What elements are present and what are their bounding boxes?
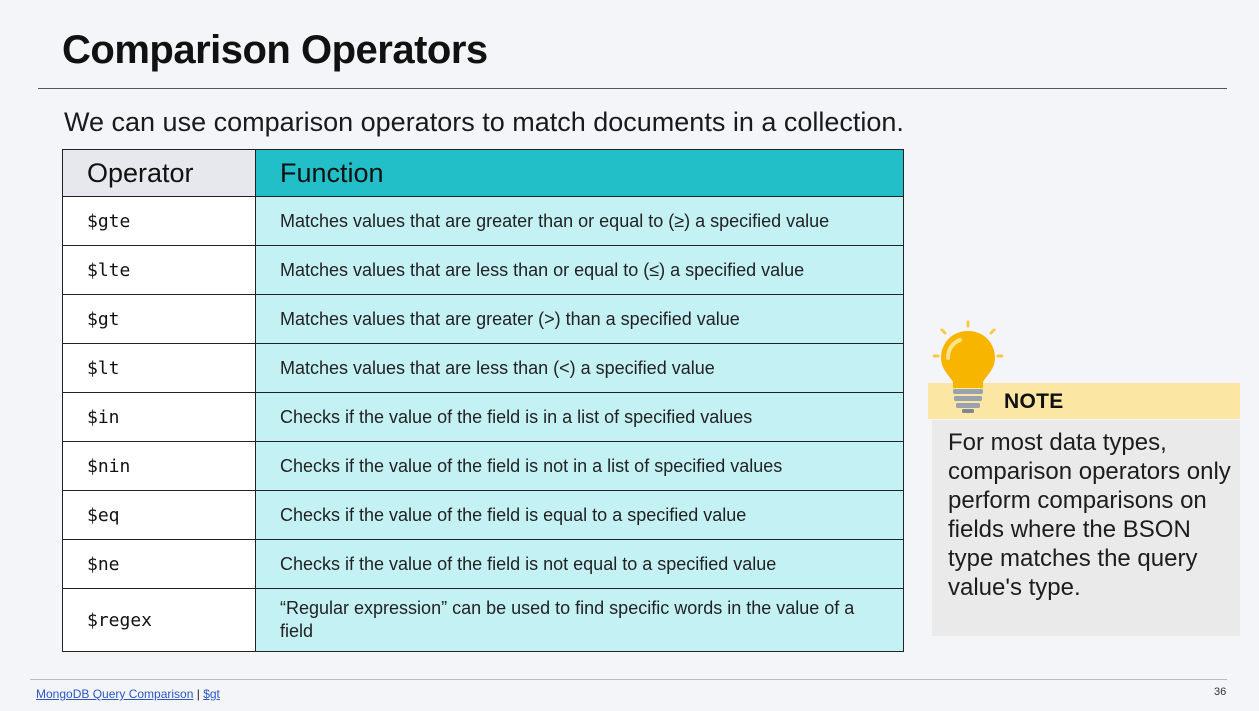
function-cell: Checks if the value of the field is equa… [255,490,904,540]
function-column-header: Function [255,149,904,197]
slide-title: Comparison Operators [62,28,488,72]
table-row: $regex “Regular expression” can be used … [62,588,904,652]
footer-divider [30,679,1227,680]
operator-cell: $in [62,392,256,442]
lightbulb-icon [932,320,1004,413]
operator-cell: $nin [62,441,256,491]
footer: MongoDB Query Comparison | $gt [36,687,220,701]
table-row: $eq Checks if the value of the field is … [62,490,904,540]
table-row: $in Checks if the value of the field is … [62,392,904,442]
page-number: 36 [1214,686,1227,698]
title-divider [38,88,1227,89]
function-cell: Matches values that are less than (<) a … [255,343,904,393]
operator-cell: $eq [62,490,256,540]
function-cell: Matches values that are greater than or … [255,196,904,246]
operator-cell: $lte [62,245,256,295]
operator-cell: $lt [62,343,256,393]
table-row: $lt Matches values that are less than (<… [62,343,904,393]
function-cell: Checks if the value of the field is in a… [255,392,904,442]
note-text: For most data types, comparison operator… [948,429,1231,601]
slide-subtitle: We can use comparison operators to match… [64,107,904,137]
footer-separator: | [193,687,204,701]
function-cell: Matches values that are less than or equ… [255,245,904,295]
operator-cell: $gt [62,294,256,344]
function-cell: Checks if the value of the field is not … [255,539,904,589]
gt-operator-link[interactable]: $gt [203,687,220,701]
table-row: $gte Matches values that are greater tha… [62,196,904,246]
function-cell: Checks if the value of the field is not … [255,441,904,491]
operator-cell: $ne [62,539,256,589]
table-row: $gt Matches values that are greater (>) … [62,294,904,344]
mongodb-query-comparison-link[interactable]: MongoDB Query Comparison [36,687,193,701]
operator-cell: $gte [62,196,256,246]
table-row: $ne Checks if the value of the field is … [62,539,904,589]
function-cell: “Regular expression” can be used to find… [255,588,904,652]
table-header-row: Operator Function [62,149,904,197]
operator-cell: $regex [62,588,256,652]
operators-table: Operator Function $gte Matches values th… [62,149,904,652]
operator-column-header: Operator [62,149,256,197]
function-cell: Matches values that are greater (>) than… [255,294,904,344]
note-label: NOTE [1004,390,1064,413]
table-row: $lte Matches values that are less than o… [62,245,904,295]
table-row: $nin Checks if the value of the field is… [62,441,904,491]
